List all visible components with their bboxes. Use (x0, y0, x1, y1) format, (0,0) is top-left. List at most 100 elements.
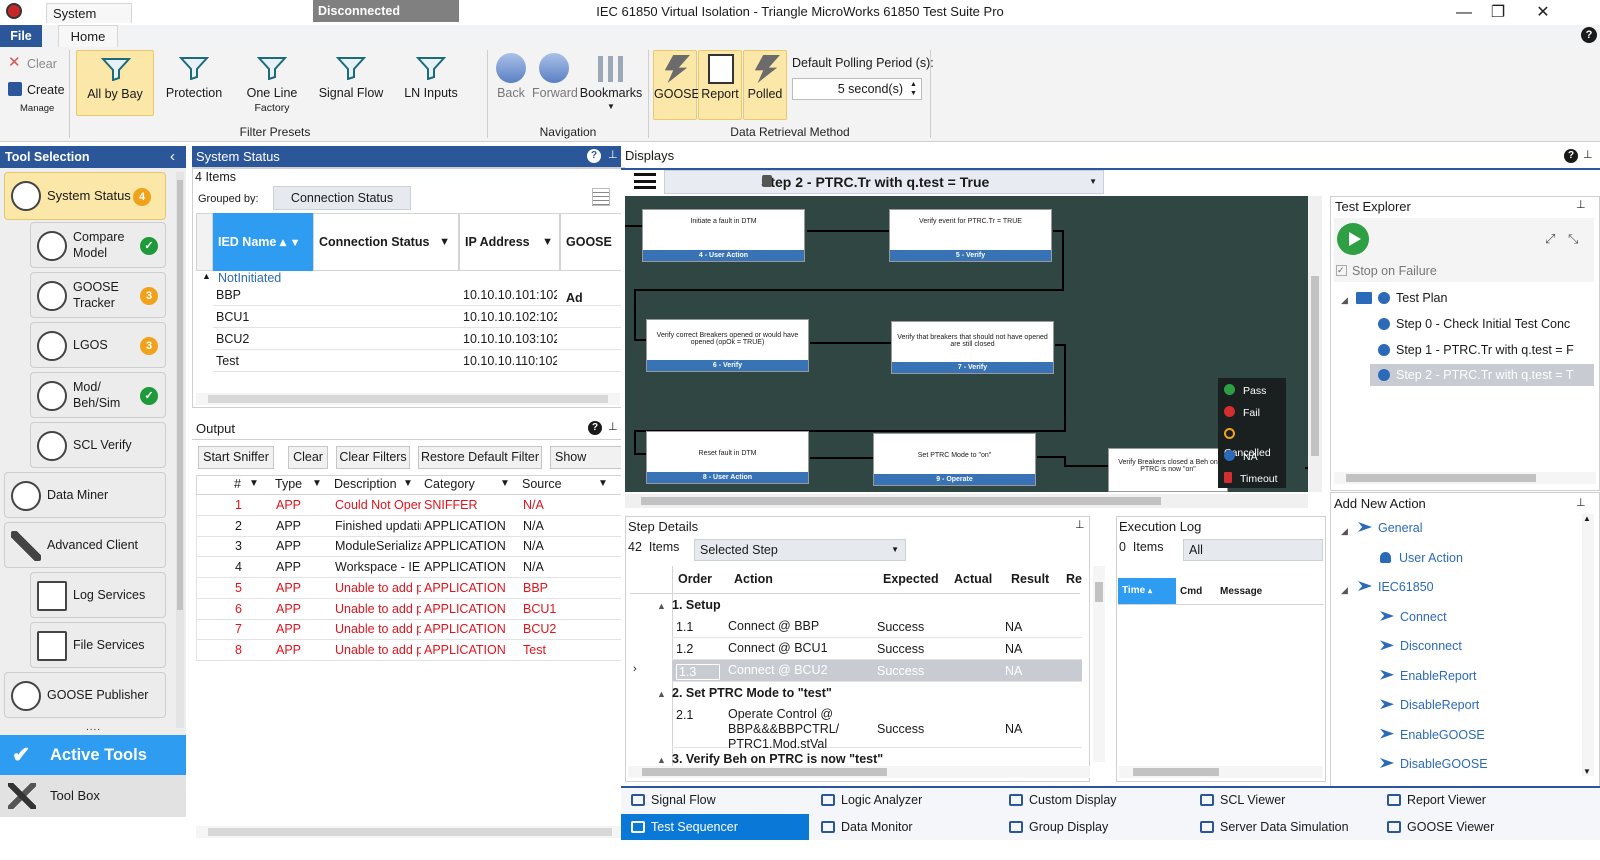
polled-retrieval-button[interactable]: Polled (743, 50, 787, 120)
tab-display[interactable]: GOOSE Viewer (1377, 814, 1494, 840)
column-header-type[interactable]: Type (275, 477, 302, 491)
tab-display[interactable]: SCL Viewer (1190, 787, 1285, 813)
tool-lgos[interactable]: LGOS 3 (30, 322, 166, 368)
tab-file[interactable]: File (0, 25, 42, 47)
flow-node-user-action[interactable]: Reset fault in DTM 8 - User Action (646, 431, 809, 484)
all-by-bay-button[interactable]: All by Bay (76, 50, 154, 116)
flow-node-verify[interactable]: Verify Breakers closed a Beh on PTRC is … (1108, 448, 1228, 492)
flow-node-verify[interactable]: Verify correct Breakers opened or would … (646, 319, 809, 372)
pin-icon[interactable]: ⊥ (1583, 148, 1593, 161)
table-row[interactable]: 3 APP ModuleSerializat APPLICATION N/A (196, 536, 626, 558)
spinner-arrows-icon[interactable]: ▲ ▼ (910, 80, 917, 98)
bookmarks-button[interactable]: Bookmarks ▼ (578, 50, 644, 116)
tool-box-button[interactable]: Tool Box (0, 775, 186, 817)
canvas-vscrollbar[interactable] (1308, 196, 1322, 492)
document-tab-system-status[interactable]: System Status (46, 3, 132, 41)
help-icon[interactable]: ? (587, 149, 601, 163)
log-filter-dropdown[interactable]: All (1183, 539, 1323, 561)
test-explorer-hscrollbar[interactable] (1334, 472, 1596, 484)
test-plan-node[interactable]: Test Plan (1378, 291, 1447, 305)
tab-display[interactable]: Signal Flow (621, 787, 716, 813)
run-test-button[interactable] (1337, 223, 1369, 255)
table-row[interactable]: 1.2 Connect @ BCU1 Success NA (672, 638, 1082, 660)
step-details-hscrollbar[interactable] (628, 766, 1090, 778)
tab-display[interactable]: Server Data Simulation (1190, 814, 1349, 840)
column-header-actual[interactable]: Actual (954, 572, 992, 586)
pin-icon[interactable]: ⊥ (608, 420, 618, 433)
one-line-button[interactable]: One Line Factory (236, 50, 308, 116)
step-details-vscrollbar[interactable] (1093, 566, 1105, 762)
collapse-panel-icon[interactable]: ‹ (170, 148, 175, 165)
step-group-header[interactable]: 1. Setup (672, 598, 721, 612)
tab-display[interactable]: Data Monitor (811, 814, 913, 840)
table-row[interactable]: 2.1 Operate Control @ BBP&&&BBPCTRL/ PTR… (672, 704, 1082, 751)
action-item[interactable]: Disconnect (1380, 639, 1462, 653)
action-user-action[interactable]: User Action (1380, 551, 1463, 565)
column-header-expected[interactable]: Expected (883, 572, 939, 586)
table-row[interactable]: 2 APP Finished updatin APPLICATION N/A (196, 515, 626, 537)
actions-vscrollbar[interactable]: ▲ ▼ (1582, 514, 1594, 776)
tab-display[interactable]: Test Sequencer (621, 814, 738, 840)
log-hscrollbar[interactable] (1119, 766, 1323, 778)
splitter-grip[interactable]: .... (86, 722, 101, 733)
stop-on-failure-checkbox[interactable]: ✓ (1336, 265, 1347, 276)
canvas-hscrollbar[interactable] (625, 494, 1308, 508)
report-retrieval-button[interactable]: Report (698, 50, 742, 120)
maximize-button[interactable]: ❐ (1480, 2, 1516, 24)
step-filter-dropdown[interactable]: Selected Step ▼ (694, 539, 906, 561)
column-header-order[interactable]: Order (678, 572, 712, 586)
step-group-header[interactable]: 2. Set PTRC Mode to "test" (672, 686, 832, 700)
tool-data-miner[interactable]: Data Miner (4, 472, 166, 518)
hamburger-menu-icon[interactable] (634, 173, 656, 189)
forward-button[interactable]: Forward (532, 50, 578, 116)
signal-flow-canvas[interactable]: Initiate a fault in DTM 4 - User Action V… (625, 196, 1308, 492)
column-chooser-icon[interactable] (592, 188, 610, 206)
column-header-time[interactable]: Time ▴ (1118, 578, 1176, 604)
tab-home[interactable]: Home (58, 25, 118, 47)
collapse-group-icon[interactable]: ▲ (657, 601, 666, 611)
step-selector-dropdown[interactable]: Step 2 - PTRC.Tr with q.test = True ▼ (664, 170, 1104, 194)
create-button[interactable]: Create (27, 83, 65, 97)
collapse-tree-icon[interactable]: ◢ (1341, 295, 1348, 306)
tab-display[interactable]: Custom Display (999, 787, 1117, 813)
column-header-category[interactable]: Category (424, 477, 475, 491)
action-category-general[interactable]: General (1358, 521, 1422, 535)
table-row[interactable]: 4 APP Workspace - IEC APPLICATION N/A (196, 557, 626, 579)
action-item[interactable]: EnableReport (1380, 669, 1476, 683)
help-icon[interactable]: ? (1581, 27, 1597, 43)
column-header-message[interactable]: Message (1220, 586, 1262, 597)
action-category-iec61850[interactable]: IEC61850 (1358, 580, 1434, 594)
collapse-group-icon[interactable]: ▲ (657, 689, 666, 699)
tool-goose-publisher[interactable]: GOOSE Publisher (4, 672, 166, 718)
back-button[interactable]: Back (492, 50, 530, 116)
table-row[interactable]: 5 APP Unable to add p APPLICATION BBP (196, 577, 626, 599)
tool-scl-verify[interactable]: SCL Verify (30, 422, 166, 468)
column-header-result[interactable]: Result (1011, 572, 1049, 586)
column-header-ip-address[interactable]: IP Address ▼ (459, 213, 560, 271)
protection-button[interactable]: Protection (158, 50, 230, 116)
collapse-tree-icon[interactable]: ◢ (1341, 526, 1348, 537)
restore-default-filter-button[interactable]: Restore Default Filter (418, 446, 542, 469)
filter-icon[interactable]: ▼ (312, 478, 322, 489)
filter-icon[interactable]: ▼ (598, 478, 608, 489)
column-header-connection-status[interactable]: Connection Status ▼ (313, 213, 459, 271)
column-header-goose-address[interactable]: GOOSE Ad (560, 213, 624, 305)
close-button[interactable]: ✕ (1525, 2, 1561, 24)
expand-icon[interactable]: ⤢ (1545, 231, 1555, 247)
flow-node-verify[interactable]: Verify event for PTRC.Tr = TRUE 5 - Verif… (889, 209, 1052, 262)
help-icon[interactable]: ? (588, 421, 602, 435)
clear-output-button[interactable]: Clear (288, 446, 328, 469)
group-by-chip[interactable]: Connection Status (273, 186, 411, 210)
output-hscrollbar[interactable] (196, 826, 626, 838)
action-item[interactable]: DisableGOOSE (1380, 757, 1488, 771)
tab-display[interactable]: Report Viewer (1377, 787, 1486, 813)
column-header-reason[interactable]: Rea (1066, 572, 1082, 586)
tab-display[interactable]: Group Display (999, 814, 1108, 840)
collapse-group-icon[interactable]: ▲ (202, 271, 211, 281)
clear-button[interactable]: Clear (27, 57, 57, 71)
action-item[interactable]: Connect (1380, 610, 1447, 624)
action-item[interactable]: EnableGOOSE (1380, 728, 1485, 742)
flow-node-user-action[interactable]: Initiate a fault in DTM 4 - User Action (642, 209, 805, 262)
group-notinitiated[interactable]: NotInitiated (218, 271, 281, 285)
pin-icon[interactable]: ⊥ (608, 148, 618, 161)
